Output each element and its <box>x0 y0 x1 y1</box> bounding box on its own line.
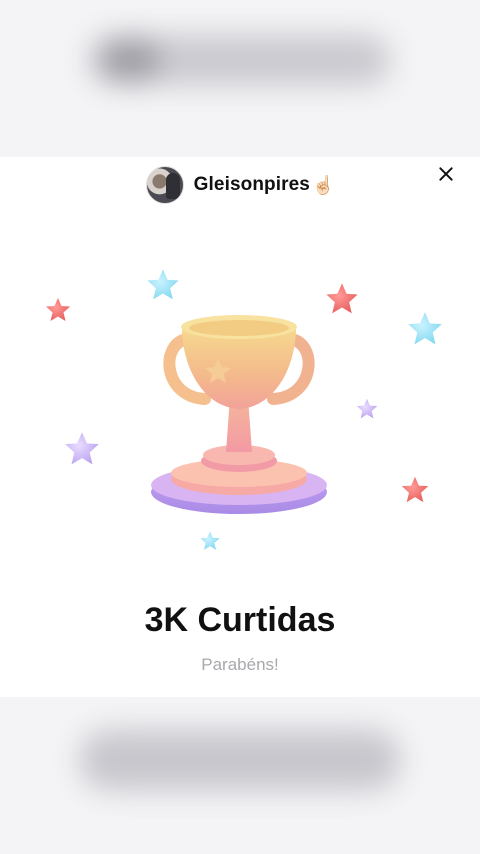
award-card: Gleisonpires ☝🏻 3K Curtidas Parabéns! <box>0 157 480 697</box>
pointing-up-emoji: ☝🏻 <box>311 174 335 195</box>
award-title: 3K Curtidas <box>144 601 336 639</box>
avatar[interactable] <box>145 166 184 204</box>
close-icon[interactable] <box>436 165 456 185</box>
story-viewer: Gleisonpires ☝🏻 3K Curtidas Parabéns! <box>0 0 480 854</box>
blurred-background-top <box>0 0 480 150</box>
profile-header: Gleisonpires ☝🏻 <box>0 165 480 205</box>
award-subtitle: Parabéns! <box>201 655 279 674</box>
blurred-background-bottom <box>0 700 480 854</box>
username[interactable]: Gleisonpires <box>194 174 310 196</box>
trophy-illustration <box>46 269 442 550</box>
trophy-icon <box>151 315 327 514</box>
